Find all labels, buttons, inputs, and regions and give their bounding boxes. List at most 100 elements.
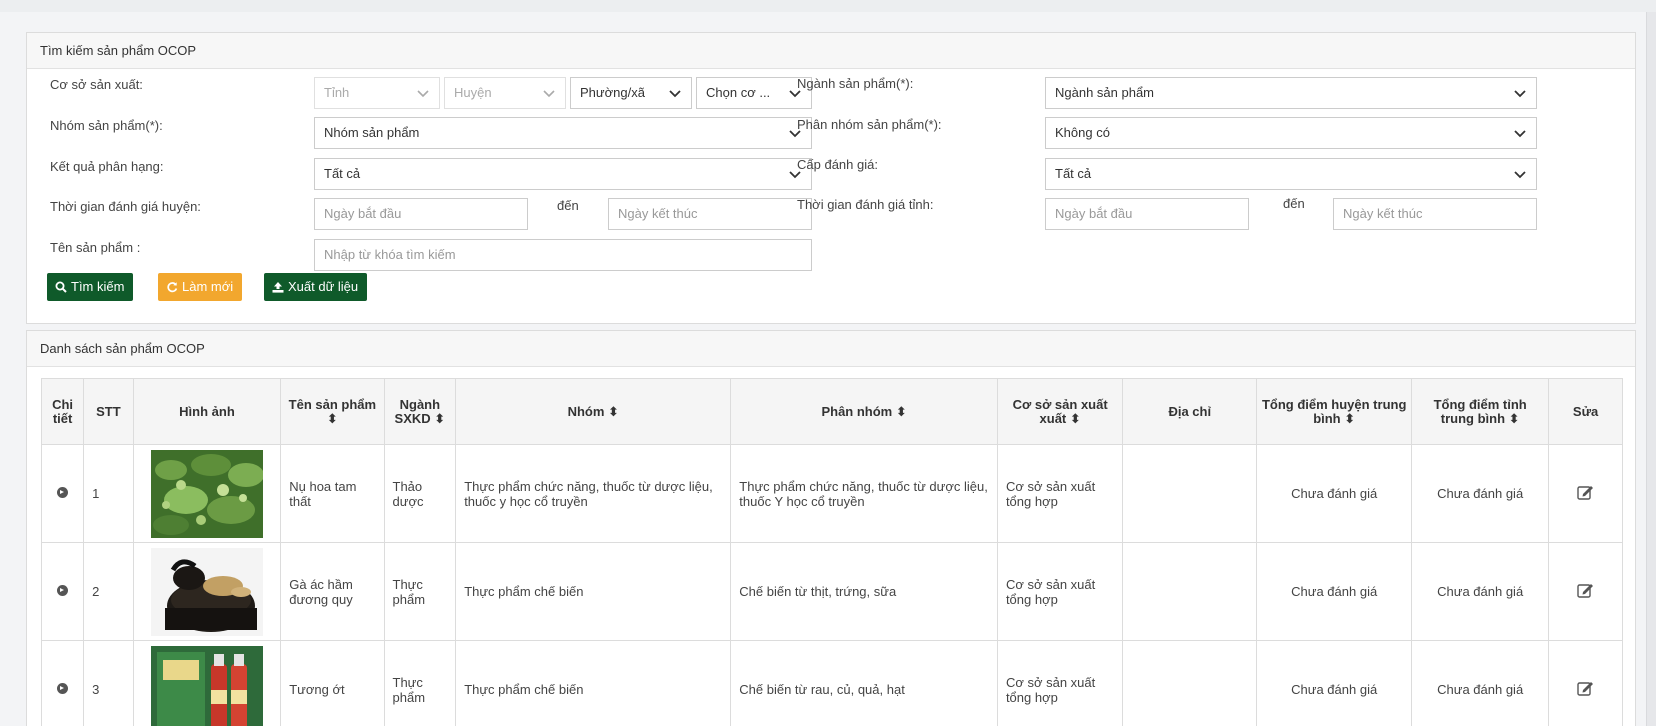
district-to-label: đến bbox=[557, 198, 579, 213]
image-cell bbox=[132, 444, 282, 543]
industry-select[interactable]: Ngành sản phẩm bbox=[1045, 77, 1537, 109]
export-button-label: Xuất dữ liệu bbox=[288, 279, 359, 294]
edit-icon[interactable] bbox=[1576, 484, 1595, 500]
district-select[interactable]: Huyện bbox=[444, 77, 566, 109]
list-panel-title: Danh sách sản phẩm OCOP bbox=[27, 331, 1635, 367]
facility-select[interactable]: Chọn cơ ... bbox=[696, 77, 812, 109]
keyword-input[interactable]: Nhập từ khóa tìm kiếm bbox=[314, 239, 812, 271]
chevron-down-icon bbox=[1514, 130, 1526, 138]
ward-select-value: Phường/xã bbox=[580, 85, 645, 100]
product-image-chili-sauce bbox=[150, 645, 263, 726]
subgroup-cell: Chế biến từ thịt, trứng, sữa bbox=[730, 542, 998, 641]
col-name[interactable]: Tên sản phẩm ⬍ bbox=[280, 378, 385, 445]
search-panel: Tìm kiếm sản phẩm OCOP Cơ sở sản xuất: N… bbox=[26, 32, 1636, 324]
product-image-flower bbox=[150, 449, 263, 538]
district-score-cell: Chưa đánh giá bbox=[1256, 640, 1413, 726]
col-facility[interactable]: Cơ sở sản xuất xuất ⬍ bbox=[996, 378, 1124, 445]
chevron-down-icon bbox=[417, 90, 429, 98]
col-industry[interactable]: Ngành SXKD ⬍ bbox=[383, 378, 457, 445]
subgroup-select[interactable]: Không có bbox=[1045, 117, 1537, 149]
subgroup-label: Phân nhóm sản phẩm(*): bbox=[797, 117, 942, 132]
facility-cell: Cơ sở sản xuất tổng hợp bbox=[996, 542, 1124, 641]
result-select-value: Tất cả bbox=[324, 166, 361, 181]
district-start-date-input[interactable]: Ngày bắt đầu bbox=[314, 198, 528, 230]
list-panel: Danh sách sản phẩm OCOP Chi tiết STT Hìn… bbox=[26, 330, 1636, 726]
product-image-chicken-soup bbox=[150, 547, 263, 636]
group-select[interactable]: Nhóm sản phẩm bbox=[314, 117, 812, 149]
name-cell: Gà ác hầm đương quy bbox=[280, 542, 385, 641]
district-score-cell: Chưa đánh giá bbox=[1256, 444, 1413, 543]
province-end-date-input[interactable]: Ngày kết thúc bbox=[1333, 198, 1537, 230]
col-edit: Sửa bbox=[1548, 378, 1623, 445]
level-select[interactable]: Tất cả bbox=[1045, 158, 1537, 190]
result-select[interactable]: Tất cả bbox=[314, 158, 812, 190]
chevron-down-icon bbox=[543, 90, 555, 98]
search-button[interactable]: Tìm kiếm bbox=[47, 273, 134, 301]
industry-select-value: Ngành sản phẩm bbox=[1055, 85, 1155, 100]
image-cell bbox=[132, 542, 282, 641]
product-name-label: Tên sản phẩm : bbox=[50, 240, 141, 255]
address-cell bbox=[1122, 444, 1258, 543]
chevron-down-icon bbox=[669, 90, 681, 98]
province-score-cell: Chưa đánh giá bbox=[1411, 444, 1550, 543]
table-header-row: Chi tiết STT Hình ảnh Tên sản phẩm ⬍ Ngà… bbox=[40, 378, 1623, 445]
industry-cell: Thảo dược bbox=[383, 444, 457, 543]
group-label: Nhóm sản phẩm(*): bbox=[50, 118, 163, 133]
stt-cell: 1 bbox=[83, 444, 134, 543]
detail-cell[interactable] bbox=[40, 542, 85, 641]
name-cell: Tương ớt bbox=[280, 640, 385, 726]
province-start-date-input[interactable]: Ngày bắt đầu bbox=[1045, 198, 1249, 230]
edit-cell[interactable] bbox=[1548, 542, 1623, 641]
province-score-cell: Chưa đánh giá bbox=[1411, 542, 1550, 641]
stt-cell: 2 bbox=[83, 542, 134, 641]
col-group[interactable]: Nhóm ⬍ bbox=[455, 378, 732, 445]
level-select-value: Tất cả bbox=[1055, 166, 1092, 181]
industry-cell: Thực phẩm bbox=[383, 542, 457, 641]
reset-button[interactable]: Làm mới bbox=[158, 273, 243, 301]
chevron-down-icon bbox=[1514, 90, 1526, 98]
upload-icon bbox=[272, 282, 284, 293]
col-district-score[interactable]: Tổng điểm huyện trung bình ⬍ bbox=[1256, 378, 1413, 445]
province-to-label: đến bbox=[1283, 196, 1305, 211]
col-address: Địa chỉ bbox=[1122, 378, 1258, 445]
industry-label: Ngành sản phẩm(*): bbox=[797, 76, 914, 91]
product-table: Chi tiết STT Hình ảnh Tên sản phẩm ⬍ Ngà… bbox=[40, 378, 1623, 726]
edit-cell[interactable] bbox=[1548, 640, 1623, 726]
group-select-value: Nhóm sản phẩm bbox=[324, 125, 420, 140]
level-label: Cấp đánh giá: bbox=[797, 157, 878, 172]
detail-cell[interactable] bbox=[40, 640, 85, 726]
col-province-score[interactable]: Tổng điểm tỉnh trung bình ⬍ bbox=[1411, 378, 1550, 445]
col-image: Hình ảnh bbox=[132, 378, 282, 445]
district-end-date-input[interactable]: Ngày kết thúc bbox=[608, 198, 812, 230]
table-row: 3 Tương ớt Thực phẩm Thực phẩm chế biến … bbox=[40, 640, 1623, 726]
table-row: 2 Gà ác hầm đương quy Thực phẩm Thực phẩ… bbox=[40, 542, 1623, 641]
province-select[interactable]: Tỉnh bbox=[314, 77, 440, 109]
refresh-icon bbox=[167, 282, 178, 293]
province-select-value: Tỉnh bbox=[324, 85, 350, 100]
ward-select[interactable]: Phường/xã bbox=[570, 77, 692, 109]
image-cell bbox=[132, 640, 282, 726]
edit-cell[interactable] bbox=[1548, 444, 1623, 543]
facility-cell: Cơ sở sản xuất tổng hợp bbox=[996, 640, 1124, 726]
top-strip bbox=[0, 0, 1656, 12]
facility-select-value: Chọn cơ ... bbox=[706, 85, 771, 100]
export-button[interactable]: Xuất dữ liệu bbox=[264, 273, 368, 301]
search-panel-title: Tìm kiếm sản phẩm OCOP bbox=[27, 33, 1635, 69]
expand-detail-icon[interactable] bbox=[57, 585, 69, 596]
reset-button-label: Làm mới bbox=[182, 279, 234, 294]
col-stt: STT bbox=[83, 378, 134, 445]
stt-cell: 3 bbox=[83, 640, 134, 726]
subgroup-cell: Thực phẩm chức năng, thuốc từ dược liệu,… bbox=[730, 444, 998, 543]
edit-icon[interactable] bbox=[1576, 680, 1595, 696]
page-scrollbar[interactable] bbox=[1646, 12, 1656, 726]
subgroup-select-value: Không có bbox=[1055, 125, 1110, 140]
group-cell: Thực phẩm chế biến bbox=[455, 542, 732, 641]
col-subgroup[interactable]: Phân nhóm ⬍ bbox=[730, 378, 998, 445]
expand-detail-icon[interactable] bbox=[57, 487, 69, 498]
edit-icon[interactable] bbox=[1576, 582, 1595, 598]
expand-detail-icon[interactable] bbox=[57, 683, 69, 694]
detail-cell[interactable] bbox=[40, 444, 85, 543]
district-score-cell: Chưa đánh giá bbox=[1256, 542, 1413, 641]
group-cell: Thực phẩm chế biến bbox=[455, 640, 732, 726]
search-icon bbox=[55, 281, 67, 293]
